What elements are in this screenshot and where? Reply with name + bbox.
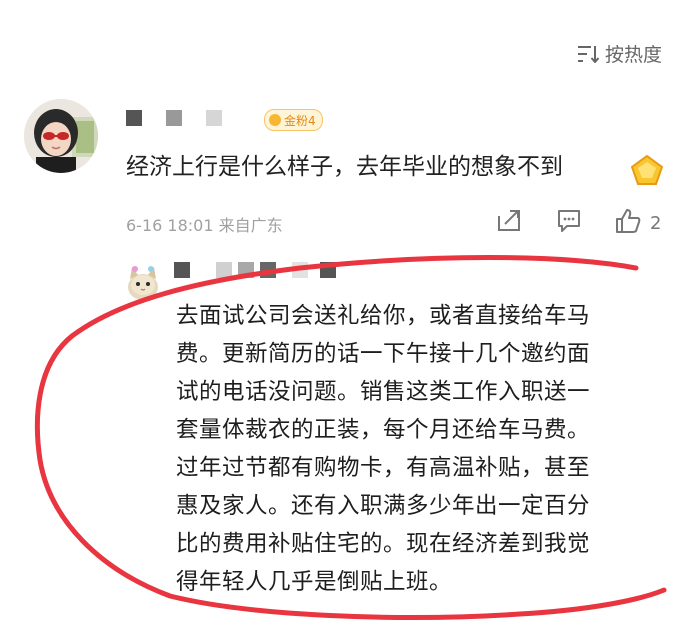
comment-text: 经济上行是什么样子，去年毕业的想象不到 <box>126 154 563 180</box>
badge-label: 金粉4 <box>284 113 316 128</box>
gold-gem-icon <box>630 154 664 190</box>
reply-line: 比的费用补贴住宅的。现在经济差到我觉 <box>176 531 591 557</box>
reply-text: 去面试公司会送礼给你，或者直接给车马 费。更新简历的话一下午接十几个邀约面 试的… <box>176 297 676 601</box>
username-redacted[interactable] <box>174 262 336 278</box>
avatar[interactable] <box>126 263 160 301</box>
badge-icon <box>269 114 281 126</box>
timestamp: 6-16 18:01 <box>126 216 214 235</box>
reply-line: 过年过节都有购物卡，有高温补贴，甚至 <box>176 455 591 481</box>
like-count: 2 <box>650 213 662 234</box>
reply-line: 去面试公司会送礼给你，或者直接给车马 <box>176 303 591 329</box>
reply-line: 得年轻人几乎是倒贴上班。 <box>176 569 453 595</box>
location: 来自广东 <box>218 216 283 235</box>
share-button[interactable] <box>496 208 522 238</box>
share-icon <box>496 208 522 238</box>
comment-meta: 6-16 18:01 来自广东 <box>126 212 283 236</box>
like-button[interactable]: 2 <box>614 208 661 239</box>
sort-toggle[interactable]: 按热度 <box>577 40 662 67</box>
sort-icon <box>577 45 599 63</box>
reply-button[interactable] <box>556 208 582 238</box>
like-icon <box>614 208 642 239</box>
comment-thread: 按热度 金粉4 经济上行是什么样子，去年毕业的想象不到 6-16 18:01 来… <box>0 0 690 621</box>
fan-badge[interactable]: 金粉4 <box>264 109 323 131</box>
reply-line: 套量体裁衣的正装，每个月还给车马费。 <box>176 417 591 443</box>
reply-line: 惠及家人。还有入职满多少年出一定百分 <box>176 493 591 519</box>
reply-line: 费。更新简历的话一下午接十几个邀约面 <box>176 341 591 367</box>
comment-icon <box>556 208 582 238</box>
reply-line: 试的电话没问题。销售这类工作入职送一 <box>176 379 591 405</box>
username-redacted[interactable] <box>126 110 230 126</box>
avatar[interactable] <box>24 99 98 173</box>
sort-label: 按热度 <box>604 44 662 66</box>
